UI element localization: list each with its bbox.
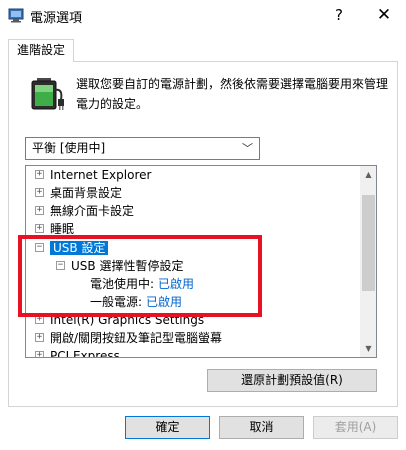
tree-item-on-battery[interactable]: 電池使用中: 已啟用 bbox=[90, 275, 194, 293]
power-plan-dropdown[interactable]: 平衡 [使用中] ﹀ bbox=[25, 137, 260, 160]
description-text: 選取您要自訂的電源計劃，然後依需要選擇電腦要用來管理電力的設定。 bbox=[76, 77, 389, 111]
tree-item-usb-selective-suspend[interactable]: − USB 選擇性暫停設定 bbox=[56, 257, 183, 275]
tree-item-pci-express[interactable]: + PCI Express bbox=[35, 347, 120, 357]
tree-item-sleep[interactable]: + 睡眠 bbox=[35, 220, 74, 238]
power-plan-value: 平衡 [使用中] bbox=[32, 141, 106, 155]
settings-tree-content: + Internet Explorer + 桌面背景設定 + 無線介面卡設定 + 睡眠 … bbox=[26, 166, 359, 357]
expand-icon[interactable]: + bbox=[35, 170, 44, 179]
setting-value-link[interactable]: 已啟用 bbox=[146, 295, 182, 309]
tree-item-internet-explorer[interactable]: + Internet Explorer bbox=[35, 166, 151, 184]
expand-icon[interactable]: + bbox=[35, 224, 44, 233]
tree-item-power-buttons-lid[interactable]: + 開啟/關閉按鈕及筆記型電腦螢幕 bbox=[35, 329, 222, 347]
help-button[interactable]: ? bbox=[321, 2, 357, 28]
tree-item-wireless-adapter[interactable]: + 無線介面卡設定 bbox=[35, 202, 134, 220]
tree-item-usb-settings[interactable]: − USB 設定 bbox=[35, 239, 109, 257]
window-title: 電源選項 bbox=[30, 11, 83, 26]
tree-item-label: PCI Express bbox=[50, 349, 120, 357]
setting-label: 電池使用中: bbox=[90, 277, 155, 291]
tree-item-desktop-background[interactable]: + 桌面背景設定 bbox=[35, 184, 122, 202]
tree-item-label: USB 選擇性暫停設定 bbox=[71, 259, 184, 273]
tree-item-plugged-in[interactable]: 一般電源: 已啟用 bbox=[90, 293, 182, 311]
collapse-icon[interactable]: − bbox=[35, 243, 44, 252]
cancel-button[interactable]: 取消 bbox=[219, 416, 304, 439]
tree-item-label: Intel(R) Graphics Settings bbox=[50, 313, 205, 327]
setting-label: 一般電源: bbox=[90, 295, 143, 309]
tab-advanced-settings[interactable]: 進階設定 bbox=[8, 39, 74, 62]
scroll-down-icon[interactable]: ▼ bbox=[360, 340, 376, 357]
title-bar: 電源選項 ? ✕ bbox=[0, 0, 406, 31]
ok-button[interactable]: 確定 bbox=[125, 416, 210, 439]
scroll-up-icon[interactable]: ▲ bbox=[360, 166, 376, 183]
close-button[interactable]: ✕ bbox=[364, 2, 404, 28]
tree-item-label: 無線介面卡設定 bbox=[50, 204, 135, 218]
restore-defaults-button[interactable]: 還原計劃預設值(R) bbox=[207, 369, 377, 392]
chevron-down-icon: ﹀ bbox=[242, 142, 253, 155]
expand-icon[interactable]: + bbox=[35, 351, 44, 357]
vertical-scrollbar[interactable]: ▲ ▼ bbox=[360, 166, 376, 357]
settings-tree[interactable]: + Internet Explorer + 桌面背景設定 + 無線介面卡設定 + 睡眠 … bbox=[25, 165, 377, 358]
expand-icon[interactable]: + bbox=[35, 206, 44, 215]
power-options-icon bbox=[8, 8, 24, 23]
apply-button[interactable]: 套用(A) bbox=[313, 416, 398, 439]
tree-item-label: 桌面背景設定 bbox=[50, 186, 123, 200]
scrollbar-thumb[interactable] bbox=[362, 195, 375, 291]
battery-icon bbox=[27, 72, 67, 112]
expand-icon[interactable]: + bbox=[35, 315, 44, 324]
tree-item-label: Internet Explorer bbox=[50, 168, 152, 182]
tree-item-intel-graphics[interactable]: + Intel(R) Graphics Settings bbox=[35, 311, 204, 329]
tree-item-label-selected: USB 設定 bbox=[50, 241, 109, 255]
collapse-icon[interactable]: − bbox=[56, 261, 65, 270]
setting-value-link[interactable]: 已啟用 bbox=[158, 277, 194, 291]
expand-icon[interactable]: + bbox=[35, 188, 44, 197]
expand-icon[interactable]: + bbox=[35, 333, 44, 342]
tree-item-label: 睡眠 bbox=[50, 222, 75, 236]
tree-item-label: 開啟/關閉按鈕及筆記型電腦螢幕 bbox=[50, 331, 223, 345]
